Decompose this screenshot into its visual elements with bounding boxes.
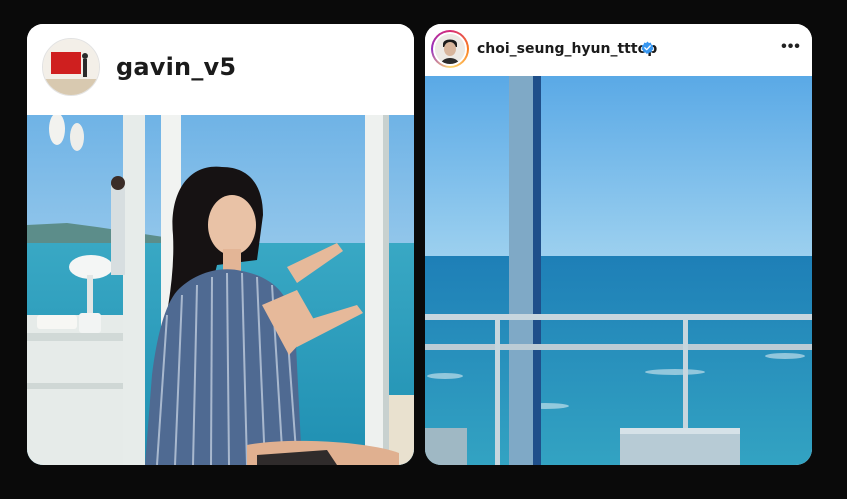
- man-portrait-avatar-icon: [435, 34, 465, 64]
- post-photo[interactable]: [425, 76, 812, 465]
- verified-badge-icon: [641, 41, 654, 54]
- avatar-ring-inner: [433, 32, 467, 66]
- post-card-right: choi_seung_hyun_tttop •••: [425, 24, 812, 465]
- post-username[interactable]: choi_seung_hyun_tttop: [477, 41, 657, 57]
- post-photo[interactable]: [27, 115, 414, 465]
- photo-woman-by-window-sea-icon: [27, 115, 414, 465]
- avatar-story-ring[interactable]: [431, 30, 469, 68]
- avatar: [435, 34, 465, 64]
- photo-sea-view-balcony-icon: [425, 76, 812, 465]
- post-header-right: choi_seung_hyun_tttop •••: [425, 24, 812, 76]
- post-header-left: gavin_v5: [27, 24, 414, 115]
- red-painting-avatar-icon: [43, 39, 99, 95]
- avatar[interactable]: [42, 38, 100, 96]
- post-card-left: gavin_v5: [27, 24, 414, 465]
- more-options-icon[interactable]: •••: [780, 38, 802, 56]
- post-username[interactable]: gavin_v5: [116, 53, 236, 81]
